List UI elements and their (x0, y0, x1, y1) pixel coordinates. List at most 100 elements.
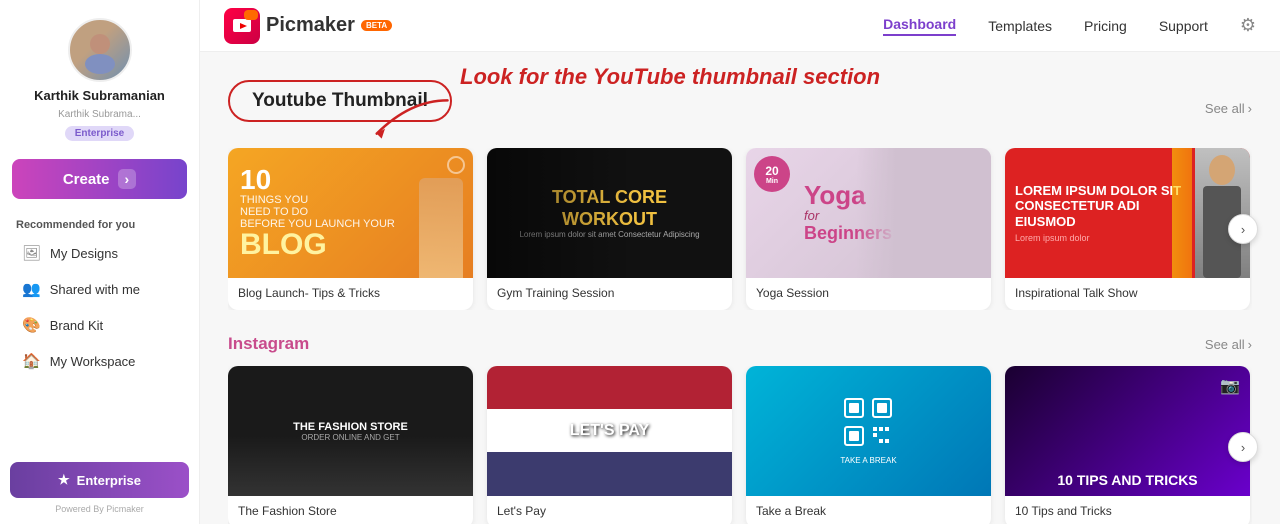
card-lets-pay[interactable]: LET'S PAY Let's Pay (487, 366, 732, 524)
card-thumb-yoga: 20 Min Yoga for Beginners (746, 148, 991, 278)
nav-links: Dashboard Templates Pricing Support ⚙ (883, 15, 1256, 36)
shared-icon: 👥 (22, 280, 41, 298)
gym-overlay (487, 148, 732, 278)
sidebar-item-label: My Workspace (50, 354, 136, 369)
profile-email: Karthik Subrama... (58, 109, 141, 120)
card-thumb-flag: LET'S PAY (487, 366, 732, 496)
card-take-break[interactable]: TAKE A BREAK Take a Break (746, 366, 991, 524)
sidebar-item-label: My Designs (50, 246, 118, 261)
see-all-chevron-icon: › (1248, 101, 1252, 116)
card-thumb-fashion: THE FASHION STORE ORDER ONLINE AND GET (228, 366, 473, 496)
sidebar-item-my-workspace[interactable]: 🏠 My Workspace (6, 344, 193, 378)
star-icon: ★ (58, 472, 70, 488)
card-thumb-qr: TAKE A BREAK (746, 366, 991, 496)
enterprise-btn-label: Enterprise (77, 473, 141, 488)
settings-icon[interactable]: ⚙ (1240, 15, 1256, 36)
card-tips-tricks[interactable]: 📷 10 TIPS AND TRICKS 10 Tips and Tricks (1005, 366, 1250, 524)
thumb-flag: LET'S PAY (487, 366, 732, 496)
qr-code-icon (843, 397, 893, 447)
tips-text: 10 TIPS AND TRICKS (1057, 473, 1197, 488)
content-area: Look for the YouTube thumbnail section Y… (200, 52, 1280, 524)
create-label: Create (63, 171, 110, 188)
sidebar-item-shared-with-me[interactable]: 👥 Shared with me (6, 272, 193, 306)
youtube-title: Youtube Thumbnail (252, 90, 428, 112)
thumb-blog: 10 THINGS YOU NEED TO DO BEFORE YOU LAUN… (228, 148, 473, 278)
card-inspirational-talk[interactable]: LOREM IPSUM DOLOR SIT CONSECTETUR ADI EI… (1005, 148, 1250, 310)
instagram-next-button[interactable]: › (1228, 432, 1258, 462)
instagram-cards-wrapper: THE FASHION STORE ORDER ONLINE AND GET T… (228, 366, 1252, 524)
card-label-yoga: Yoga Session (746, 278, 991, 310)
card-label-tips: 10 Tips and Tricks (1005, 496, 1250, 524)
youtube-thumbnail-label: Youtube Thumbnail (228, 80, 452, 122)
sidebar-bottom: ★ Enterprise Powered By Picmaker (0, 452, 199, 524)
blog-line3: BEFORE YOU LAUNCH YOUR (240, 218, 395, 230)
instagram-see-all[interactable]: See all › (1205, 337, 1252, 352)
insp-yellow-strip (1172, 148, 1192, 278)
designs-icon: 🖼 (22, 244, 41, 262)
nav-support[interactable]: Support (1159, 18, 1208, 34)
card-blog-launch[interactable]: 10 THINGS YOU NEED TO DO BEFORE YOU LAUN… (228, 148, 473, 310)
card-thumb-tips: 📷 10 TIPS AND TRICKS (1005, 366, 1250, 496)
flag-text: LET'S PAY (570, 422, 649, 440)
blog-person-shape (419, 178, 463, 278)
logo-icon (224, 8, 260, 44)
instagram-title: Instagram (228, 334, 309, 354)
fashion-title: THE FASHION STORE (293, 421, 408, 433)
card-label-qr: Take a Break (746, 496, 991, 524)
thumb-yoga: 20 Min Yoga for Beginners (746, 148, 991, 278)
card-thumb-gym: TOTAL CORE WORKOUT Lorem ipsum dolor sit… (487, 148, 732, 278)
card-label-gym: Gym Training Session (487, 278, 732, 310)
card-thumb-insp: LOREM IPSUM DOLOR SIT CONSECTETUR ADI EI… (1005, 148, 1250, 278)
avatar (68, 18, 132, 82)
instagram-see-all-chevron-icon: › (1248, 337, 1252, 352)
blog-num: 10 (240, 166, 395, 194)
card-yoga-session[interactable]: 20 Min Yoga for Beginners Yoga Session (746, 148, 991, 310)
main-content: Picmaker BETA Dashboard Templates Pricin… (200, 0, 1280, 524)
card-gym-training[interactable]: TOTAL CORE WORKOUT Lorem ipsum dolor sit… (487, 148, 732, 310)
instagram-icon: 📷 (1220, 376, 1240, 396)
beta-badge: BETA (361, 20, 392, 31)
logo: Picmaker BETA (224, 8, 392, 44)
sidebar-item-my-designs[interactable]: 🖼 My Designs (6, 236, 193, 270)
thumb-insp: LOREM IPSUM DOLOR SIT CONSECTETUR ADI EI… (1005, 148, 1250, 278)
sidebar-item-label: Shared with me (50, 282, 140, 297)
nav-pricing[interactable]: Pricing (1084, 18, 1127, 34)
fashion-gradient (228, 436, 473, 496)
thumb-qr: TAKE A BREAK (746, 366, 991, 496)
nav-templates[interactable]: Templates (988, 18, 1052, 34)
sidebar-item-brand-kit[interactable]: 🎨 Brand Kit (6, 308, 193, 342)
blog-circle-deco (447, 156, 465, 174)
enterprise-badge: Enterprise (65, 126, 134, 141)
youtube-next-button[interactable]: › (1228, 214, 1258, 244)
blog-line2: NEED TO DO (240, 206, 395, 218)
create-chevron-icon: › (118, 169, 137, 189)
card-label-fashion: The Fashion Store (228, 496, 473, 524)
topnav: Picmaker BETA Dashboard Templates Pricin… (200, 0, 1280, 52)
nav-dashboard[interactable]: Dashboard (883, 16, 956, 36)
profile-section: Karthik Subramanian Karthik Subrama... E… (0, 0, 199, 151)
yoga-badge-num: 20 (765, 164, 778, 178)
card-label-insp: Inspirational Talk Show (1005, 278, 1250, 310)
enterprise-button[interactable]: ★ Enterprise (10, 462, 189, 498)
thumb-fashion: THE FASHION STORE ORDER ONLINE AND GET (228, 366, 473, 496)
blog-line1: THINGS YOU (240, 194, 395, 206)
card-fashion-store[interactable]: THE FASHION STORE ORDER ONLINE AND GET T… (228, 366, 473, 524)
yoga-badge: 20 Min (754, 156, 790, 192)
sidebar-item-label: Brand Kit (50, 318, 103, 333)
thumb-tips: 📷 10 TIPS AND TRICKS (1005, 366, 1250, 496)
youtube-cards-wrapper: 10 THINGS YOU NEED TO DO BEFORE YOU LAUN… (228, 148, 1252, 310)
create-button[interactable]: Create › (12, 159, 187, 199)
profile-name: Karthik Subramanian (34, 88, 165, 103)
blog-word: BLOG (240, 230, 395, 260)
instagram-cards-row: THE FASHION STORE ORDER ONLINE AND GET T… (228, 366, 1252, 524)
logo-text: Picmaker (266, 14, 355, 37)
youtube-cards-row: 10 THINGS YOU NEED TO DO BEFORE YOU LAUN… (228, 148, 1252, 310)
qr-text: TAKE A BREAK (840, 456, 896, 465)
sidebar: Karthik Subramanian Karthik Subrama... E… (0, 0, 200, 524)
thumb-gym: TOTAL CORE WORKOUT Lorem ipsum dolor sit… (487, 148, 732, 278)
card-label-blog: Blog Launch- Tips & Tricks (228, 278, 473, 310)
card-label-flag: Let's Pay (487, 496, 732, 524)
workspace-icon: 🏠 (22, 352, 41, 370)
youtube-see-all[interactable]: See all › (1205, 101, 1252, 116)
yoga-badge-unit: Min (766, 178, 778, 185)
